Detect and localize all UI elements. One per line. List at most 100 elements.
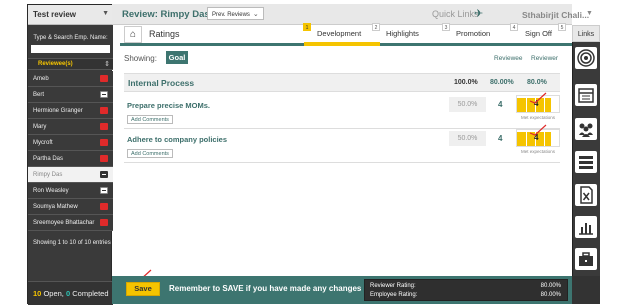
list-icon[interactable] (575, 151, 597, 173)
group-icon[interactable] (575, 118, 597, 140)
sidebar-item-label: Partha Das (33, 156, 64, 162)
sidebar-item[interactable]: Ameb (28, 71, 113, 87)
links-header: Links (572, 25, 600, 42)
sidebar-item-label: Bert (33, 92, 45, 98)
completed-count: 0 (65, 289, 71, 298)
sidebar-item[interactable]: Mycroft (28, 135, 113, 151)
chevron-down-icon[interactable]: ▼ (586, 10, 593, 17)
status-badge (100, 139, 108, 146)
reviewee-score: 4 (498, 100, 503, 109)
page-title: Review: Rimpy Das (122, 9, 210, 20)
col-header-reviewee: Reviewee (494, 55, 523, 62)
top-bar: Review: Rimpy Das Prev. Reviews ⌄ Quick L… (112, 4, 593, 25)
reviewer-rating-value: 80.00% (540, 283, 561, 289)
review-select[interactable]: Test review ▼ (28, 5, 113, 25)
active-tab-indicator (304, 42, 380, 46)
goal-weight: 50.0% (449, 131, 486, 146)
status-badge (100, 219, 108, 226)
employee-rating-label: Employee Rating: (370, 292, 418, 298)
employee-rating-value: 80.00% (540, 292, 561, 298)
chevron-down-icon: ▼ (102, 10, 109, 17)
section-title: Internal Process (128, 78, 195, 88)
save-reminder: Remember to SAVE if you have made any ch… (169, 284, 362, 293)
rating-bar-divider (526, 98, 527, 112)
sidebar-item-label: Ameb (33, 76, 49, 82)
sidebar: Test review ▼ Type & Search Emp. Name: R… (27, 4, 113, 305)
sidebar-item[interactable]: Hermione Granger (28, 103, 113, 119)
home-icon[interactable]: ⌂ (124, 26, 142, 43)
rating-description: Met expectations (520, 149, 556, 154)
tab-number-1: 1 (303, 23, 311, 31)
col-header-reviewer: Reviewer (531, 55, 559, 62)
red-annotation-mark (529, 124, 547, 136)
sidebar-item-label: Rimpy Das (33, 172, 63, 178)
tab-promotion[interactable]: Promotion (456, 29, 490, 38)
list-header-label: Reviewee(s) (38, 61, 73, 67)
sidebar-item-label: Hermione Granger (33, 108, 83, 114)
status-badge (100, 91, 108, 98)
links-panel-footer (572, 276, 600, 304)
status-badge (100, 107, 108, 114)
sidebar-item[interactable]: Soumya Mathew (28, 199, 113, 215)
goal-row: Prepare precise MOMs. Add Comments 50.0%… (124, 95, 560, 129)
calendar-icon[interactable] (575, 84, 597, 106)
section-weight: 100.0% (454, 79, 478, 86)
goal-weight: 50.0% (449, 97, 486, 112)
tab-number-2: 2 (372, 23, 380, 31)
search-label: Type & Search Emp. Name: (33, 35, 108, 41)
completed-label: Completed (72, 289, 109, 298)
tab-highlights[interactable]: Highlights (386, 29, 419, 38)
add-comments-button[interactable]: Add Comments (127, 149, 173, 158)
excel-icon[interactable] (575, 184, 597, 206)
section-reviewee-score: 80.00% (490, 79, 514, 86)
target-icon[interactable] (575, 47, 597, 69)
status-badge (100, 123, 108, 130)
plane-icon[interactable]: ✈ (474, 7, 483, 20)
tab-bar: ⌂ Ratings 1 Development 2 Highlights 3 P… (120, 23, 572, 46)
search-input[interactable] (31, 45, 110, 53)
sidebar-item[interactable]: Sreemoyee Bhattachar (28, 215, 113, 231)
prev-reviews-dropdown[interactable]: Prev. Reviews ⌄ (207, 7, 264, 20)
tab-development[interactable]: Development (317, 29, 361, 38)
list-header[interactable]: Reviewee(s) ⇕ (28, 58, 113, 70)
goal-title: Prepare precise MOMs. (127, 101, 210, 110)
section-reviewer-score: 80.0% (527, 79, 547, 86)
open-count: 10 (33, 289, 42, 298)
bar-chart-icon[interactable] (575, 216, 597, 238)
showing-label: Showing: (124, 54, 157, 63)
search-box: Type & Search Emp. Name: (28, 25, 113, 58)
quick-links-label[interactable]: Quick Links (432, 9, 479, 19)
reviewer-rating-label: Reviewer Rating: (370, 283, 416, 289)
sort-icon[interactable]: ⇕ (104, 60, 110, 68)
status-badge (100, 155, 108, 162)
sidebar-item[interactable]: Mary (28, 119, 113, 135)
sidebar-item[interactable]: Rimpy Das (28, 167, 113, 183)
status-badge (100, 203, 108, 210)
section-header: Internal Process 100.0% 80.00% 80.0% (124, 73, 560, 92)
prev-reviews-label: Prev. Reviews (212, 12, 250, 18)
goal-row: Adhere to company policies Add Comments … (124, 129, 560, 163)
tab-ratings[interactable]: Ratings (149, 29, 180, 39)
goal-title: Adhere to company policies (127, 135, 228, 144)
reviewee-score: 4 (498, 134, 503, 143)
briefcase-icon[interactable] (575, 248, 597, 270)
save-button[interactable]: Save (126, 282, 160, 296)
rating-description: Met expectations (520, 115, 556, 120)
sidebar-item[interactable]: Partha Das (28, 151, 113, 167)
sidebar-item[interactable]: Bert (28, 87, 113, 103)
user-menu[interactable]: Sthabirjit Chali... (522, 10, 589, 20)
review-select-label: Test review (33, 10, 76, 19)
bottom-bar: Save Remember to SAVE if you have made a… (112, 276, 572, 304)
status-badge (100, 171, 108, 178)
tab-number-5[interactable]: 5 (558, 23, 566, 31)
sidebar-item-label: Ron Weasley (33, 188, 69, 194)
sidebar-item[interactable]: Ron Weasley (28, 183, 113, 199)
add-comments-button[interactable]: Add Comments (127, 115, 173, 124)
sidebar-item-label: Mycroft (33, 140, 53, 146)
entries-count: Showing 1 to 10 of 10 entries (33, 240, 111, 246)
tab-number-3: 3 (442, 23, 450, 31)
overall-rating-box: Reviewer Rating: 80.00% Employee Rating:… (364, 279, 568, 301)
tab-sign-off[interactable]: Sign Off (525, 29, 552, 38)
status-badge (100, 75, 108, 82)
goal-button[interactable]: Goal (166, 51, 188, 64)
